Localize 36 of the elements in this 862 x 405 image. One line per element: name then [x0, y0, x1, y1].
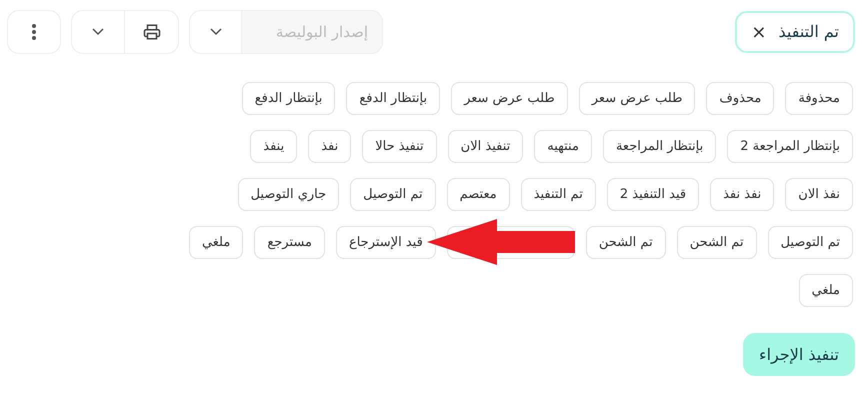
status-chip[interactable]: تم الشحن — [676, 226, 757, 259]
status-chip[interactable]: تم التوصيل — [350, 178, 436, 211]
status-chip[interactable]: تم التوصيل — [768, 226, 853, 259]
execute-action-button[interactable]: تنفيذ الإجراء — [743, 333, 855, 376]
chevron-down-icon — [210, 28, 222, 36]
printer-icon — [142, 23, 160, 41]
status-chip[interactable]: بإنتظار المراجعة 2 — [727, 130, 853, 163]
status-chip[interactable]: معتصم — [446, 178, 510, 211]
status-chip[interactable]: ينفذ — [250, 130, 298, 163]
status-chip[interactable]: نفذ الان — [785, 178, 853, 211]
more-button[interactable] — [7, 10, 61, 54]
status-chip[interactable]: تنفيذ حالا — [362, 130, 437, 163]
chevron-down-icon — [92, 28, 104, 36]
status-chip[interactable]: بإنتظار الدفع — [242, 82, 336, 115]
status-chip[interactable]: تنفيذ الان — [448, 130, 524, 163]
kebab-icon — [31, 23, 37, 41]
status-chip[interactable]: قيد التنفيذ 2 — [606, 178, 700, 211]
status-chip[interactable]: جاري التوصيل — [238, 178, 340, 211]
status-chip[interactable]: طلب عرض سعر — [451, 82, 568, 115]
status-chip[interactable]: ملغي — [188, 226, 244, 259]
status-chip[interactable]: تم الشحن — [586, 226, 666, 259]
status-chip[interactable]: نفذ نفذ — [710, 178, 774, 211]
status-chip[interactable]: تم التنفيذ — [520, 178, 596, 211]
close-icon[interactable]: × — [751, 18, 767, 46]
status-chip[interactable]: محذوف — [706, 82, 774, 115]
status-chip[interactable]: قيد الإسترجاع — [336, 226, 436, 259]
status-chip[interactable]: طلب عرض سعر — [578, 82, 696, 115]
status-chip[interactable]: محذوفة — [785, 82, 853, 115]
status-chip[interactable]: نفذ — [308, 130, 352, 163]
status-chip[interactable]: مسترجع — [254, 226, 325, 259]
status-chip[interactable]: بإنتظار المراجعة — [602, 130, 716, 163]
status-chip[interactable]: بإنتظار الدفع — [346, 82, 440, 115]
filter-chip[interactable]: تم التنفيذ × — [735, 11, 855, 53]
status-chip[interactable]: ملغي — [798, 274, 853, 307]
status-chip[interactable]: منتهيه — [534, 130, 592, 163]
filter-label: تم التنفيذ — [778, 21, 839, 43]
